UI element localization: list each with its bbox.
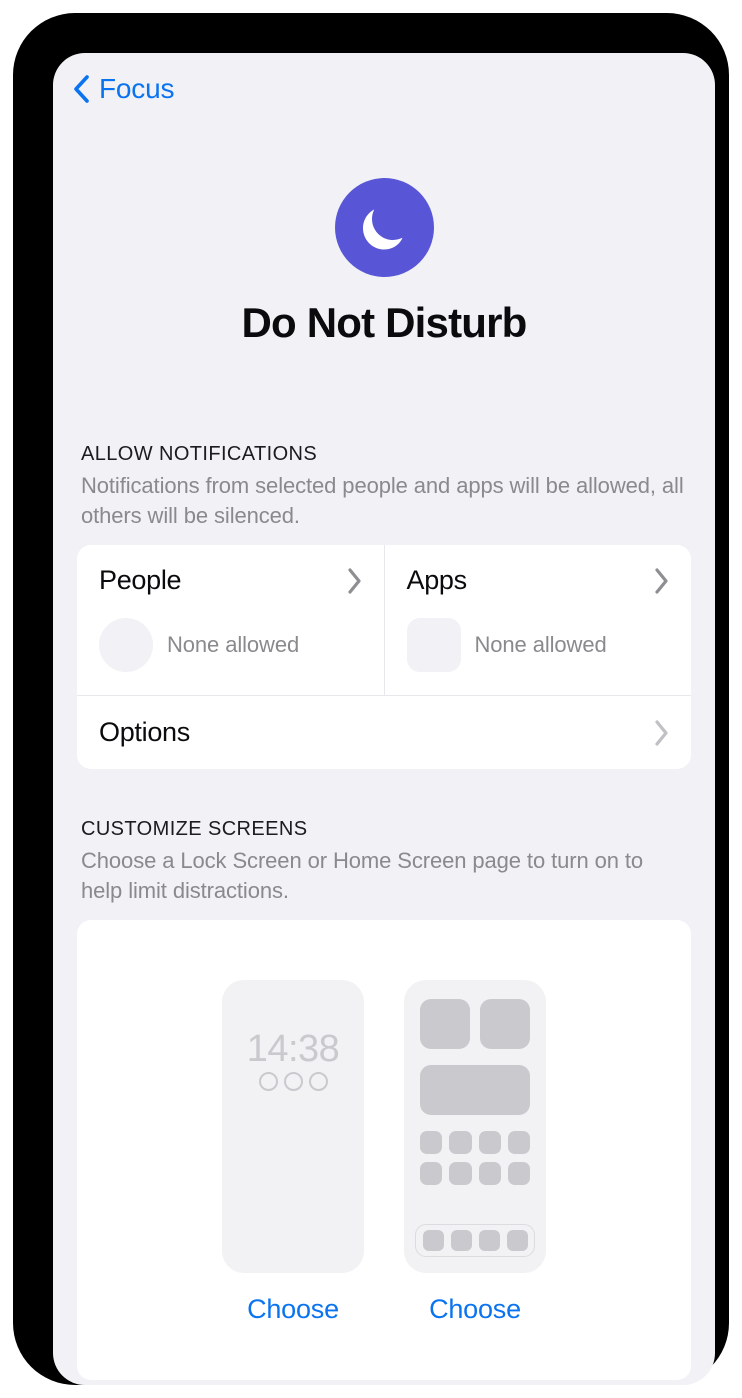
- app-icon: [420, 1131, 443, 1154]
- device-frame: Focus Do Not Disturb ALLOW NOTIFICATIONS…: [13, 13, 729, 1385]
- allow-notifications-description: Notifications from selected people and a…: [81, 473, 684, 528]
- apps-status: None allowed: [474, 632, 607, 657]
- apps-cell-header: Apps: [407, 565, 670, 596]
- app-icon: [449, 1162, 472, 1185]
- back-button[interactable]: Focus: [67, 67, 180, 111]
- dock-app-icon: [422, 1230, 444, 1251]
- chevron-right-icon: [654, 567, 669, 594]
- app-icon: [449, 1131, 472, 1154]
- widget-circle-icon: [258, 1072, 278, 1091]
- apps-cell-body: None allowed: [406, 618, 670, 672]
- app-icon: [507, 1131, 530, 1154]
- apps-cell[interactable]: Apps None allowed: [383, 545, 692, 695]
- lock-screen-time: 14:38: [246, 1028, 340, 1070]
- widget-square-icon: [480, 999, 530, 1049]
- app-icon: [478, 1131, 501, 1154]
- widget-wide-icon: [420, 1065, 530, 1115]
- options-row[interactable]: Options: [77, 695, 691, 769]
- dock-app-icon: [450, 1230, 472, 1251]
- app-icon: [420, 1162, 443, 1185]
- allow-notifications-card: People None allowed Apps None allowed Op…: [77, 545, 691, 769]
- page-title: Do Not Disturb: [241, 299, 527, 346]
- focus-hero: Do Not Disturb: [53, 178, 715, 347]
- customize-screens-title: CUSTOMIZE SCREENS: [81, 818, 308, 840]
- home-app-row-1: [420, 1131, 530, 1154]
- home-screen-preview[interactable]: [404, 980, 546, 1273]
- choose-lock-screen-button[interactable]: Choose: [247, 1294, 339, 1325]
- widget-circle-icon: [308, 1072, 328, 1091]
- chevron-right-icon: [347, 567, 362, 594]
- allow-notifications-title: ALLOW NOTIFICATIONS: [81, 443, 318, 465]
- people-cell-header: People: [99, 565, 362, 596]
- people-cell-body: None allowed: [99, 618, 362, 672]
- customize-screens-card: 14:38 Choose Choose: [77, 920, 691, 1380]
- apps-label: Apps: [406, 565, 468, 595]
- dock-app-icon: [506, 1230, 528, 1251]
- home-screen-dock: [415, 1224, 535, 1257]
- crescent-moon-icon: [334, 178, 434, 277]
- dock-app-icon: [478, 1230, 500, 1251]
- people-apps-row: People None allowed Apps None allowed: [77, 545, 691, 695]
- home-screen-option: Choose: [404, 980, 546, 1380]
- back-button-label: Focus: [99, 73, 175, 104]
- app-icon: [507, 1162, 530, 1185]
- customize-screens-section: CUSTOMIZE SCREENS Choose a Lock Screen o…: [53, 818, 715, 1380]
- choose-home-screen-button[interactable]: Choose: [429, 1294, 521, 1325]
- people-label: People: [99, 565, 182, 595]
- circle-avatar-placeholder-icon: [99, 618, 153, 672]
- people-cell[interactable]: People None allowed: [77, 545, 384, 695]
- customize-screens-header: CUSTOMIZE SCREENS Choose a Lock Screen o…: [53, 818, 715, 906]
- app-icon: [478, 1162, 501, 1185]
- allow-notifications-section: ALLOW NOTIFICATIONS Notifications from s…: [53, 443, 715, 769]
- home-app-row-2: [420, 1162, 530, 1185]
- navigation-bar: Focus: [53, 53, 715, 125]
- people-status: None allowed: [167, 632, 300, 657]
- options-label: Options: [99, 717, 190, 747]
- lock-screen-preview[interactable]: 14:38: [222, 980, 364, 1273]
- home-widget-row: [420, 999, 530, 1049]
- chevron-left-icon: [73, 75, 89, 103]
- phone-screen: Focus Do Not Disturb ALLOW NOTIFICATIONS…: [53, 53, 715, 1385]
- customize-screens-description: Choose a Lock Screen or Home Screen page…: [81, 848, 644, 903]
- lock-screen-widget-placeholders: [222, 1072, 364, 1091]
- app-square-placeholder-icon: [406, 618, 461, 672]
- allow-notifications-header: ALLOW NOTIFICATIONS Notifications from s…: [53, 443, 715, 531]
- widget-circle-icon: [283, 1072, 303, 1091]
- lock-screen-option: 14:38 Choose: [222, 980, 364, 1380]
- chevron-right-icon: [654, 719, 669, 746]
- widget-square-icon: [420, 999, 470, 1049]
